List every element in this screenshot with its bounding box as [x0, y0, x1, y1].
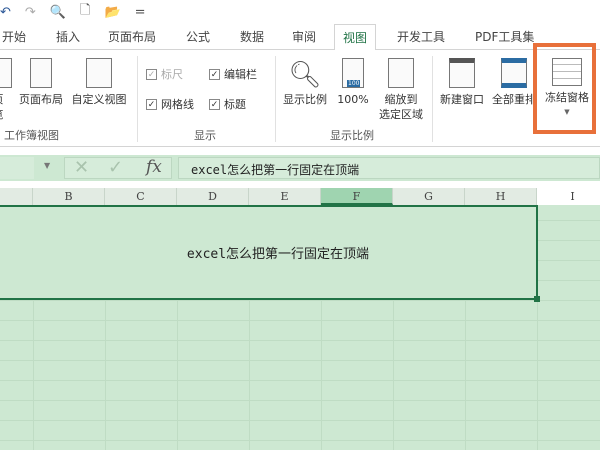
formula-input[interactable]: excel怎么把第一行固定在顶端: [178, 157, 600, 179]
cancel-button[interactable]: ✕: [74, 157, 89, 178]
custom-views-icon: [86, 58, 112, 88]
divider: [432, 56, 433, 142]
page-break-icon: [0, 58, 12, 88]
zoom-selection-icon: [388, 58, 414, 88]
checkbox-checked-icon: ✓: [209, 68, 220, 80]
new-window-button[interactable]: 新建窗口: [436, 58, 488, 107]
checkbox-gridlines[interactable]: ✓ 网格线: [146, 96, 194, 112]
tab-page-layout[interactable]: 页面布局: [108, 28, 156, 45]
column-header-f[interactable]: F: [321, 188, 393, 205]
column-header-h[interactable]: H: [465, 188, 537, 205]
undo-button[interactable]: ↶: [0, 5, 11, 20]
column-header-b[interactable]: B: [33, 188, 105, 205]
tab-formulas[interactable]: 公式: [186, 28, 210, 45]
new-window-icon: [449, 58, 475, 88]
zoom-button[interactable]: 🔍︎ 显示比例: [280, 58, 330, 107]
magnifier-icon: 🔍︎: [288, 60, 322, 90]
checkbox-checked-icon: ✓: [146, 68, 157, 80]
ribbon-tabs: 开始 插入 页面布局 公式 数据 审阅 视图 开发工具 PDF工具集: [0, 24, 600, 51]
merged-cell-selected[interactable]: excel怎么把第一行固定在顶端: [0, 205, 538, 300]
zoom-100-icon: 100: [342, 58, 364, 88]
name-box[interactable]: [0, 157, 34, 179]
highlight-box: [533, 43, 596, 134]
insert-function-button[interactable]: fx: [146, 157, 162, 177]
open-folder-icon[interactable]: 📂: [104, 5, 120, 20]
arrange-all-button[interactable]: 全部重排: [490, 58, 538, 107]
quick-access-toolbar: ↶ ↷ 🔍 🗋 📂 =: [0, 0, 600, 24]
tab-view[interactable]: 视图: [334, 24, 377, 51]
column-header-c[interactable]: C: [105, 188, 177, 205]
fill-handle[interactable]: [534, 296, 540, 302]
zoom-to-selection-button[interactable]: 缩放到 选定区域: [375, 58, 427, 122]
customize-qat-button[interactable]: =: [135, 5, 146, 20]
zoom-100-button[interactable]: 100 100%: [335, 58, 371, 107]
divider: [275, 56, 276, 142]
new-file-icon[interactable]: 🗋: [80, 1, 90, 23]
checkbox-headings[interactable]: ✓ 标题: [209, 96, 246, 112]
column-header-g[interactable]: G: [393, 188, 465, 205]
checkbox-formula-bar[interactable]: ✓ 编辑栏: [209, 66, 257, 82]
print-preview-icon[interactable]: 🔍: [50, 5, 66, 20]
tab-home[interactable]: 开始: [2, 28, 26, 45]
column-header-a[interactable]: [0, 188, 33, 205]
arrange-all-icon: [501, 58, 527, 88]
group-label-zoom: 显示比例: [330, 129, 374, 142]
divider: [137, 56, 138, 142]
tab-insert[interactable]: 插入: [56, 28, 80, 45]
column-header-e[interactable]: E: [249, 188, 321, 205]
checkbox-checked-icon: ✓: [209, 98, 220, 110]
group-label-workbook-views: 工作簿视图: [4, 129, 59, 142]
column-header-i[interactable]: I: [537, 188, 600, 205]
redo-button[interactable]: ↷: [25, 5, 36, 20]
custom-views-button[interactable]: 自定义视图: [68, 58, 130, 107]
ribbon: 页 览 页面布局 自定义视图 工作簿视图 ✓标尺 ✓编辑栏 ✓网格线 ✓标题 显…: [0, 50, 600, 147]
page-layout-view-button[interactable]: 页面布局: [16, 58, 66, 107]
column-header-d[interactable]: D: [177, 188, 249, 205]
enter-button[interactable]: ✓: [108, 157, 123, 178]
tab-developer[interactable]: 开发工具: [397, 28, 445, 45]
checkbox-ruler[interactable]: ✓ 标尺: [146, 66, 183, 82]
page-break-preview-button[interactable]: 页 览: [0, 58, 12, 122]
name-box-dropdown-icon[interactable]: ▼: [44, 161, 50, 170]
checkbox-checked-icon: ✓: [146, 98, 157, 110]
tab-data[interactable]: 数据: [240, 28, 264, 45]
formula-bar: ▼ ✕ ✓ fx excel怎么把第一行固定在顶端: [0, 155, 600, 181]
group-label-show: 显示: [194, 129, 216, 142]
page-layout-icon: [30, 58, 52, 88]
tab-review[interactable]: 审阅: [292, 28, 316, 45]
tab-pdf-tools[interactable]: PDF工具集: [475, 28, 534, 45]
